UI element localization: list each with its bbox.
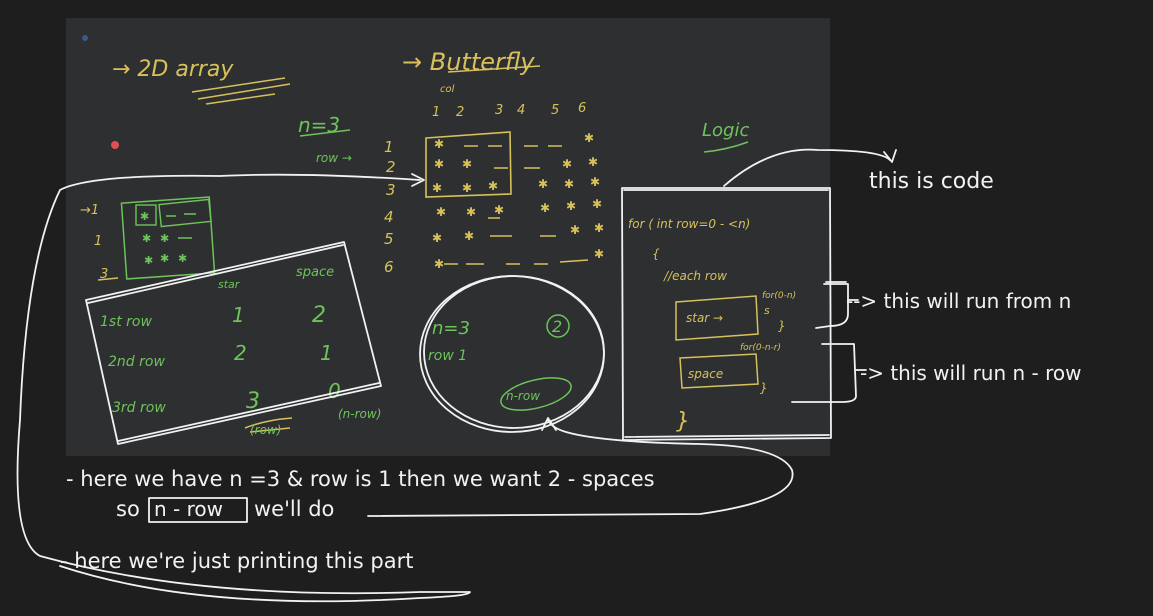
title-2d-array: → 2D array	[112, 57, 234, 82]
code-s: s	[764, 304, 770, 317]
star-mark: ✱	[564, 177, 574, 191]
row-number: 3	[386, 181, 396, 199]
col-header: col	[440, 84, 455, 95]
code-arrow-head	[883, 149, 897, 163]
run-n-minus-row-note: -> this will run n - row	[860, 361, 1081, 385]
bottom-note-1: - here we have n =3 & row is 1 then we w…	[66, 467, 655, 491]
code-star: star →	[686, 311, 723, 325]
formula-label: n-row	[506, 389, 540, 403]
margin-mark: →1	[80, 203, 99, 218]
col-number: 1	[432, 105, 440, 120]
table-row-label: 2nd row	[108, 354, 165, 370]
code-line: //each row	[663, 269, 727, 283]
star-mark: ✱	[494, 203, 504, 217]
circle-n-label: n=3	[432, 318, 470, 339]
row-arrow-label: row →	[316, 151, 352, 165]
run-from-n-note: --> this will run from n	[846, 289, 1071, 313]
code-close: }	[760, 381, 768, 395]
code-close-main: }	[676, 409, 690, 434]
star-mark: ✱	[434, 137, 444, 151]
col-number: 5	[551, 103, 559, 118]
bottom-note-2: - here we're just printing this part	[60, 549, 413, 573]
table-header-space: space	[296, 265, 334, 280]
star-mark: ✱	[594, 221, 604, 235]
star-mark: ✱	[432, 181, 442, 195]
mini-star: ✱	[140, 210, 149, 223]
mini-star: ✱	[144, 254, 153, 267]
logic-label: Logic	[702, 120, 749, 141]
star-mark: ✱	[462, 157, 472, 171]
col-number: 6	[578, 101, 586, 116]
title-butterfly: → Butterfly	[402, 48, 535, 76]
star-mark: ✱	[464, 229, 474, 243]
star-mark: ✱	[488, 179, 498, 193]
circle-row-label: row 1	[428, 348, 467, 364]
code-for-1: for(0-n)	[762, 291, 796, 301]
table-row-label: 1st row	[100, 314, 152, 330]
bottom-note-1-post: we'll do	[254, 497, 334, 521]
row-number: 1	[384, 138, 394, 156]
star-mark: ✱	[434, 257, 444, 271]
table-row-space: 2	[312, 303, 326, 328]
star-mark: ✱	[570, 223, 580, 237]
mini-star: ✱	[160, 232, 169, 245]
row-number: 2	[386, 158, 396, 176]
col-number: 3	[495, 103, 503, 118]
margin-mark: 1	[94, 234, 102, 249]
table-header-star: star	[218, 278, 241, 291]
code-space: space	[688, 367, 723, 381]
star-mark: ✱	[540, 201, 550, 215]
star-mark: ✱	[584, 131, 594, 145]
table-row-label: 3rd row	[112, 400, 166, 416]
star-mark: ✱	[538, 177, 548, 191]
star-mark: ✱	[590, 175, 600, 189]
star-mark: ✱	[462, 181, 472, 195]
table-row-star: 1	[232, 303, 245, 327]
star-mark: ✱	[466, 205, 476, 219]
logo-dot	[82, 35, 88, 41]
row-number: 4	[384, 208, 394, 226]
mini-star: ✱	[178, 252, 187, 265]
star-mark: ✱	[588, 155, 598, 169]
table-footer-nrow: (n-row)	[338, 407, 381, 421]
code-for-2: for(0-n-r)	[740, 343, 781, 353]
bottom-note-1-box: n - row	[154, 497, 223, 521]
code-line: {	[652, 247, 660, 261]
table-row-space: 0	[328, 379, 341, 403]
col-number: 2	[456, 105, 464, 120]
star-mark: ✱	[566, 199, 576, 213]
star-mark: ✱	[436, 205, 446, 219]
star-mark: ✱	[432, 231, 442, 245]
star-mark: ✱	[562, 157, 572, 171]
mini-star: ✱	[142, 232, 151, 245]
star-mark: ✱	[592, 197, 602, 211]
red-dot	[111, 141, 119, 149]
table-footer-row: (row)	[250, 423, 281, 437]
star-mark: ✱	[434, 157, 444, 171]
code-line: for ( int row=0 - <n)	[628, 217, 750, 231]
col-number: 4	[517, 103, 525, 118]
badge-value: 2	[552, 317, 562, 336]
table-row-space: 1	[320, 341, 333, 365]
whiteboard-canvas: → 2D array → Butterfly col 1 2 3 4 5 6 1…	[16, 18, 1081, 603]
mini-star: ✱	[160, 252, 169, 265]
star-mark: ✱	[594, 247, 604, 261]
row-number: 6	[384, 258, 394, 276]
code-label: this is code	[869, 169, 994, 194]
code-close: }	[778, 319, 786, 333]
table-row-star: 2	[234, 341, 247, 365]
bottom-note-1-pre: so	[116, 497, 140, 521]
row-number: 5	[384, 230, 394, 248]
